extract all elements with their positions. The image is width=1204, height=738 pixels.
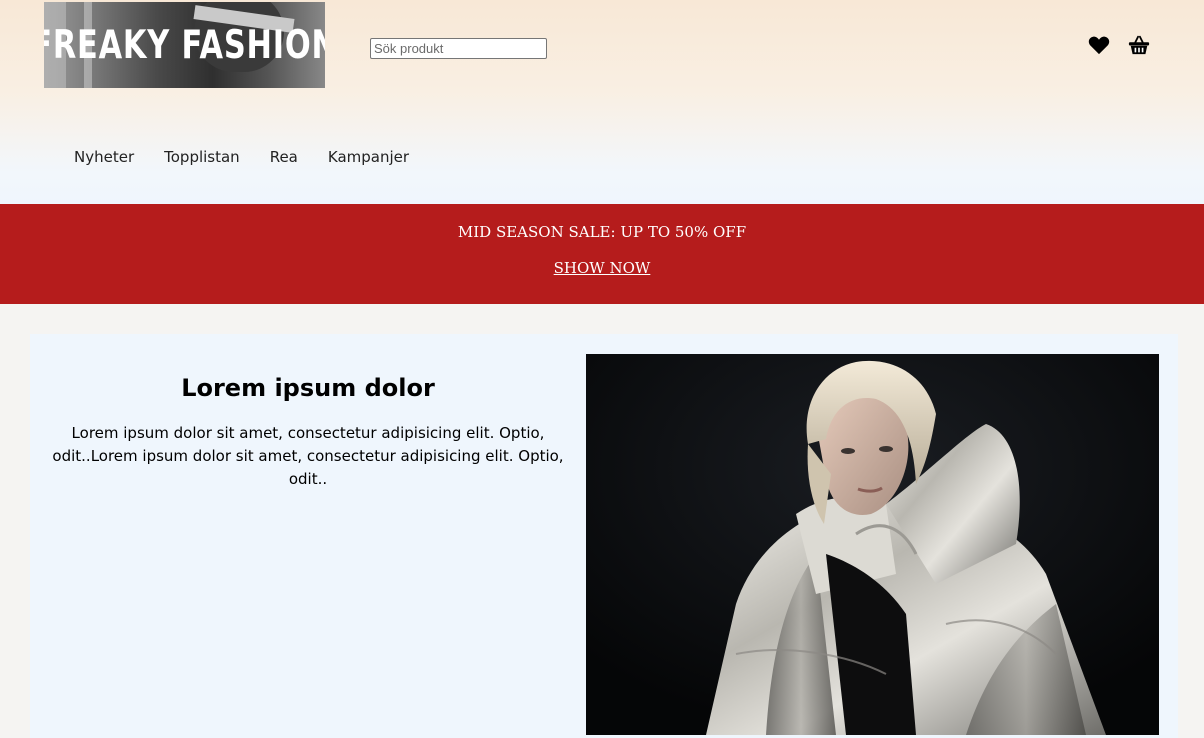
heart-icon[interactable] — [1088, 35, 1110, 55]
main-nav: Nyheter Topplistan Rea Kampanjer — [74, 148, 409, 166]
site-header: FREAKY FASHION Nyheter Topplistan Rea Ka… — [0, 0, 1204, 204]
nav-item-rea[interactable]: Rea — [270, 148, 298, 166]
hero-body: Lorem ipsum dolor sit amet, consectetur … — [52, 424, 564, 488]
sale-banner: MID SEASON SALE: UP TO 50% OFF SHOW NOW — [0, 204, 1204, 304]
hero-text: Lorem ipsum dolor Lorem ipsum dolor sit … — [52, 374, 564, 491]
search-input[interactable] — [370, 38, 547, 59]
nav-item-kampanjer[interactable]: Kampanjer — [328, 148, 409, 166]
nav-item-nyheter[interactable]: Nyheter — [74, 148, 134, 166]
model-in-puffer-jacket-image — [586, 354, 1159, 735]
sale-banner-title: MID SEASON SALE: UP TO 50% OFF — [457, 223, 747, 241]
hero-title: Lorem ipsum dolor — [181, 374, 435, 402]
logo[interactable]: FREAKY FASHION — [44, 2, 325, 88]
show-now-link[interactable]: SHOW NOW — [554, 259, 651, 277]
logo-text: FREAKY FASHION — [44, 22, 325, 68]
hero-image — [586, 354, 1159, 735]
basket-icon[interactable] — [1128, 34, 1150, 56]
hero-section: Lorem ipsum dolor Lorem ipsum dolor sit … — [30, 334, 1178, 738]
nav-item-topplistan[interactable]: Topplistan — [164, 148, 240, 166]
